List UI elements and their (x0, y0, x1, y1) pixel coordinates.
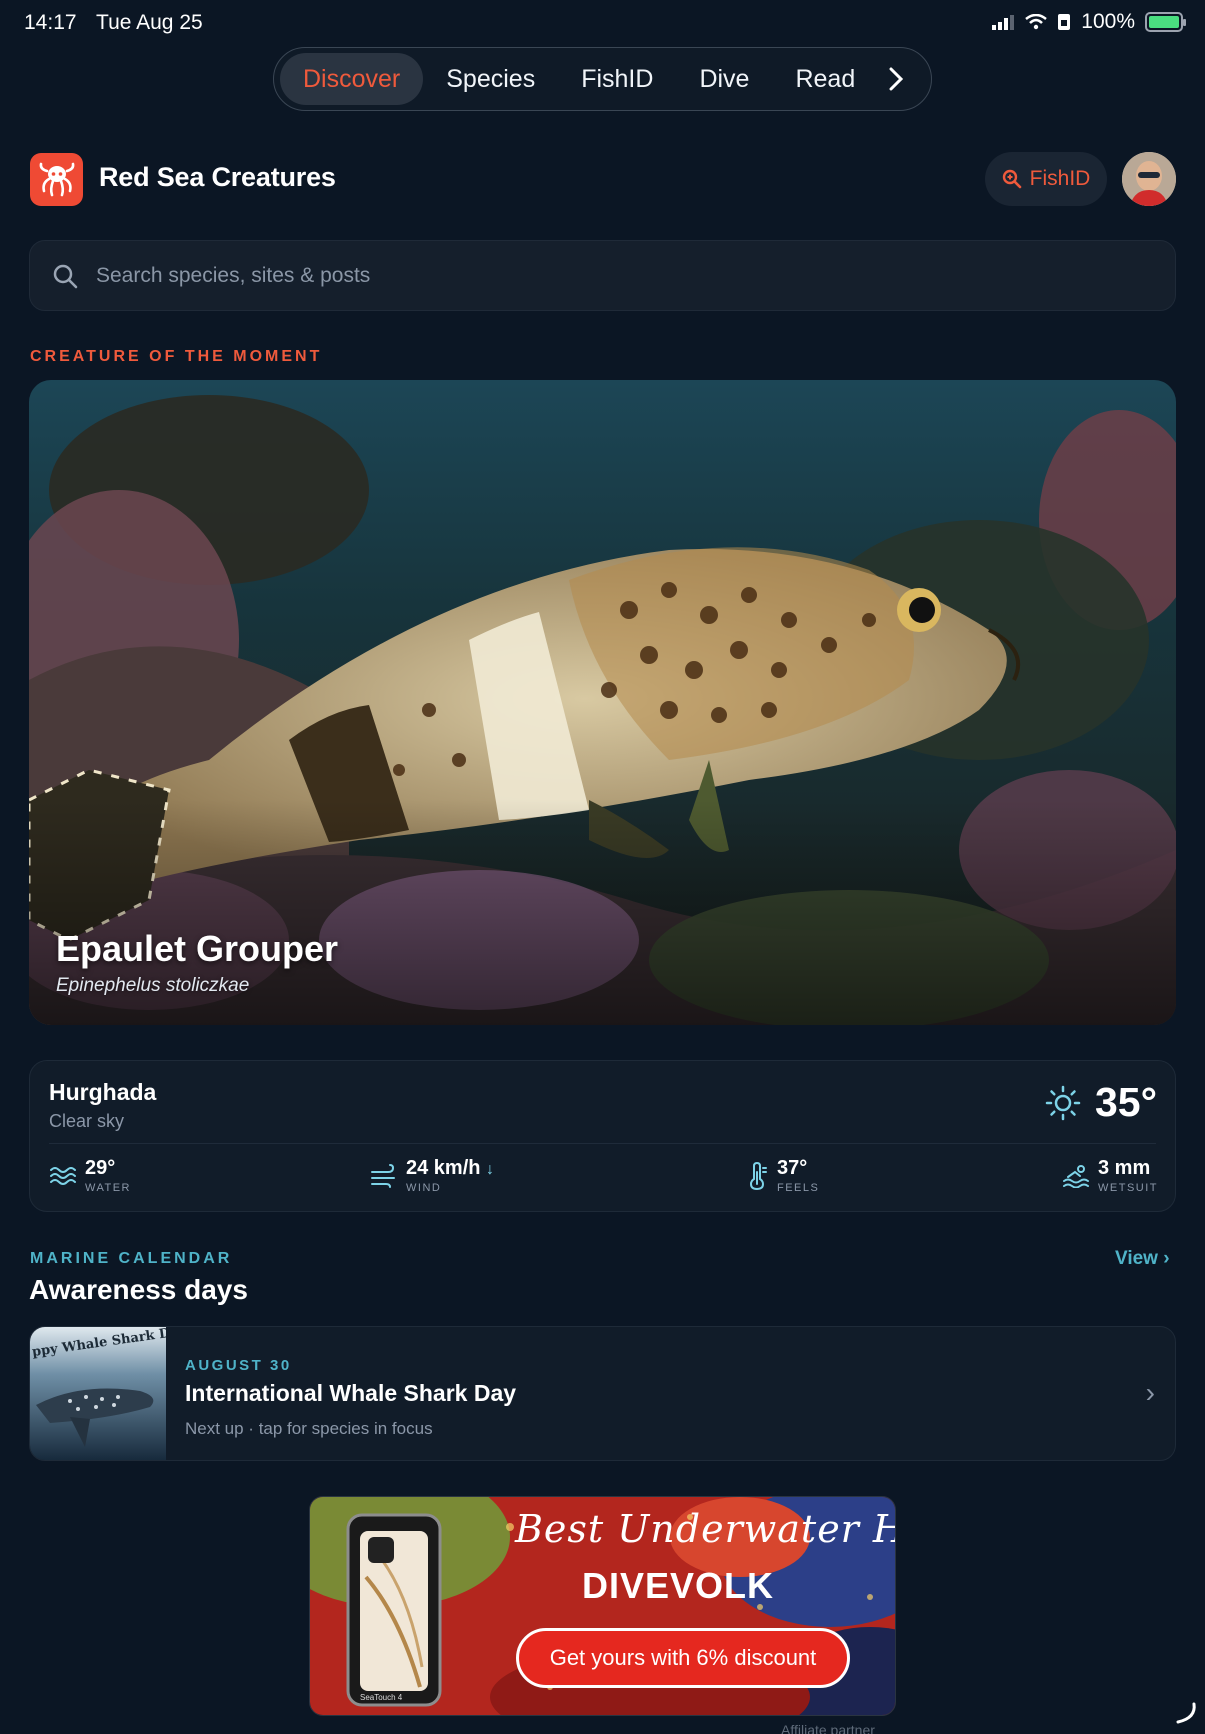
creature-section-label: CREATURE OF THE MOMENT (30, 348, 323, 365)
top-nav: Discover Species FishID Dive Read (273, 47, 932, 111)
creature-card[interactable]: Epaulet Grouper Epinephelus stoliczkae (29, 380, 1176, 1025)
wind-speed-text: 24 km/h (406, 1157, 481, 1179)
status-date: Tue Aug 25 (96, 11, 203, 34)
lock-rotation-icon (1058, 14, 1071, 30)
tab-read[interactable]: Read (772, 53, 878, 105)
ad-script-title: Best Underwater Housing (515, 1507, 895, 1551)
swimmer-icon (1063, 1164, 1089, 1188)
weather-condition: Clear sky (49, 1111, 125, 1131)
tab-fishid[interactable]: FishID (558, 53, 676, 105)
wifi-icon (1025, 14, 1048, 30)
weather-temperature: 35° (1045, 1079, 1157, 1126)
thermometer-icon (749, 1161, 767, 1190)
status-bar: 14:17 Tue Aug 25 100% (0, 0, 1205, 46)
wind-icon (371, 1163, 395, 1188)
ad-device-label: SeaTouch 4 (360, 1693, 403, 1702)
weather-stat-wetsuit: 3 mm WETSUIT (1062, 1157, 1158, 1194)
calendar-heading: Awareness days (29, 1274, 248, 1305)
status-time: 14:17 (24, 11, 77, 34)
tab-dive[interactable]: Dive (676, 53, 772, 105)
search-input[interactable] (96, 263, 996, 288)
calendar-view-link[interactable]: View › (1115, 1248, 1170, 1270)
calendar-item-note: Next up · tap for species in focus (185, 1419, 433, 1438)
loading-spinner-icon (1176, 1702, 1196, 1724)
app-logo[interactable] (30, 153, 83, 206)
view-link-label: View (1115, 1248, 1158, 1269)
weather-stat-feels: 37° FEELS (745, 1157, 819, 1194)
calendar-section-label: MARINE CALENDAR (30, 1250, 233, 1267)
ad-cta-button[interactable]: Get yours with 6% discount (516, 1628, 850, 1688)
feels-label: FEELS (777, 1182, 820, 1194)
affiliate-label: Affiliate partner (781, 1722, 875, 1734)
weather-stat-wind: 24 km/h ↓ WIND (370, 1157, 494, 1194)
avatar[interactable] (1122, 152, 1176, 206)
search-zoom-icon (1002, 169, 1021, 189)
ad-banner[interactable]: SeaTouch 4 Best Underwater Housing DIVEV… (309, 1496, 896, 1716)
whale-shark-thumbnail: ppy Whale Shark D (30, 1327, 171, 1460)
chevron-right-icon: › (1163, 1248, 1170, 1269)
fishid-button[interactable]: FishID (985, 152, 1107, 206)
app-title: Red Sea Creatures (99, 162, 336, 192)
calendar-item-title: International Whale Shark Day (185, 1380, 517, 1406)
creature-name: Epaulet Grouper (56, 928, 339, 969)
chevron-right-icon[interactable] (886, 66, 906, 92)
weather-city: Hurghada (49, 1079, 157, 1105)
creature-scientific-name: Epinephelus stoliczkae (56, 975, 250, 996)
wetsuit-value: 3 mm (1098, 1157, 1151, 1179)
weather-divider (49, 1143, 1156, 1144)
status-time-date: 14:17 Tue Aug 25 (24, 11, 217, 35)
sun-icon (1045, 1085, 1081, 1120)
search-icon (53, 264, 78, 288)
calendar-item[interactable]: ppy Whale Shark D AUGUST 30 Internationa… (29, 1326, 1176, 1461)
octopus-icon (39, 162, 74, 196)
waves-icon (50, 1166, 76, 1185)
water-temp-label: WATER (85, 1182, 131, 1194)
wetsuit-label: WETSUIT (1098, 1182, 1158, 1194)
calendar-item-date: AUGUST 30 (185, 1357, 292, 1374)
wind-label: WIND (406, 1182, 442, 1194)
weather-card[interactable]: Hurghada Clear sky 35° 29° WATER 24 km/h… (29, 1060, 1176, 1212)
status-indicators: 100% (991, 10, 1186, 34)
search-bar[interactable] (29, 240, 1176, 311)
avatar-image (1122, 152, 1176, 206)
fishid-button-label: FishID (1029, 167, 1091, 190)
weather-stat-water: 29° WATER (49, 1157, 131, 1194)
ad-brand: DIVEVOLK (582, 1565, 775, 1606)
tab-discover[interactable]: Discover (280, 53, 424, 105)
battery-icon (1145, 12, 1186, 32)
battery-percent: 100% (1081, 10, 1135, 33)
tab-species[interactable]: Species (423, 53, 558, 105)
arrow-down-icon: ↓ (486, 1161, 495, 1178)
chevron-right-icon: › (1145, 1377, 1155, 1408)
weather-temp-value: 35° (1094, 1079, 1157, 1125)
water-temp-value: 29° (85, 1157, 116, 1179)
feels-temp-value: 37° (777, 1157, 808, 1179)
wind-speed-value: 24 km/h ↓ (406, 1157, 494, 1180)
signal-icon (992, 15, 1015, 30)
